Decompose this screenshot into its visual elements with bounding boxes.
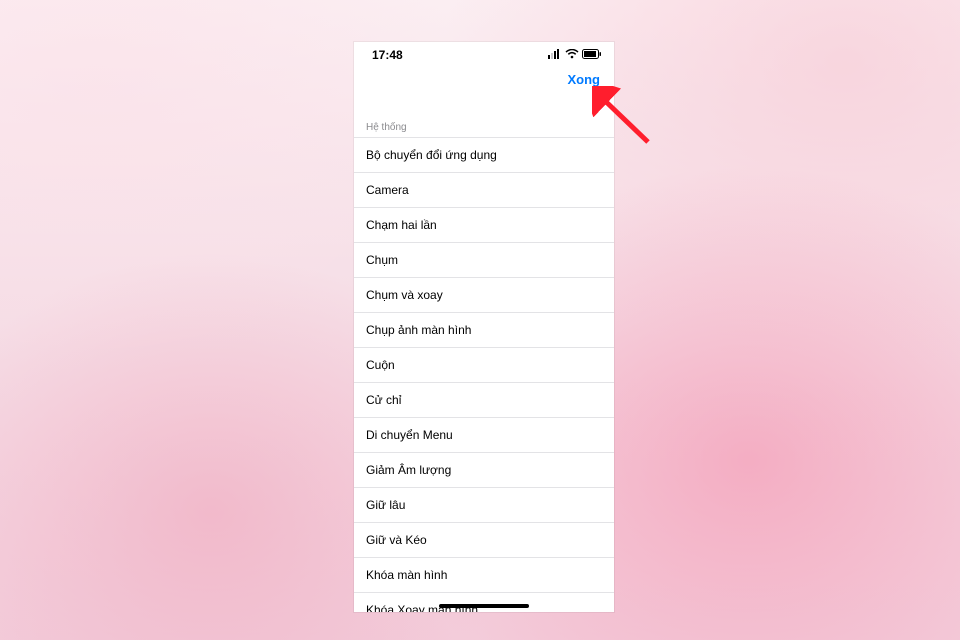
list-item[interactable]: Chụm và xoay	[354, 278, 614, 313]
status-right	[548, 48, 602, 62]
wifi-icon	[565, 48, 579, 62]
list-item-label: Cử chỉ	[366, 393, 401, 407]
list-item[interactable]: Cuộn	[354, 348, 614, 383]
done-button[interactable]: Xong	[566, 68, 603, 91]
section-header: Hệ thống	[354, 100, 614, 137]
list-item-label: Chụm và xoay	[366, 288, 443, 302]
list-item-label: Bộ chuyển đổi ứng dụng	[366, 148, 497, 162]
list-item-label: Chụp ảnh màn hình	[366, 323, 471, 337]
list-item[interactable]: Giữ và Kéo	[354, 523, 614, 558]
list-item-label: Giảm Âm lượng	[366, 463, 451, 477]
watercolor-background: 17:48	[0, 0, 960, 640]
list-item-label: Cuộn	[366, 358, 395, 372]
list-item-label: Khóa màn hình	[366, 568, 447, 582]
list-item-label: Chụm	[366, 253, 398, 267]
list-item[interactable]: Giảm Âm lượng	[354, 453, 614, 488]
status-bar: 17:48	[354, 42, 614, 68]
signal-icon	[548, 48, 562, 62]
settings-list: Bộ chuyển đổi ứng dụng Camera Chạm hai l…	[354, 137, 614, 612]
phone-frame: 17:48	[354, 42, 614, 612]
list-item-label: Chạm hai lần	[366, 218, 437, 232]
list-item[interactable]: Chụp ảnh màn hình	[354, 313, 614, 348]
list-item[interactable]: Chạm hai lần	[354, 208, 614, 243]
list-item[interactable]: Cử chỉ	[354, 383, 614, 418]
list-item[interactable]: Di chuyển Menu	[354, 418, 614, 453]
list-item-label: Giữ và Kéo	[366, 533, 427, 547]
list-item[interactable]: Khóa Xoay màn hình	[354, 593, 614, 612]
list-item-label: Camera	[366, 183, 409, 197]
list-item[interactable]: Giữ lâu	[354, 488, 614, 523]
list-item[interactable]: Bộ chuyển đổi ứng dụng	[354, 138, 614, 173]
navigation-bar: Xong	[354, 68, 614, 100]
home-indicator	[439, 604, 529, 608]
list-item[interactable]: Camera	[354, 173, 614, 208]
list-item[interactable]: Chụm	[354, 243, 614, 278]
list-item[interactable]: Khóa màn hình	[354, 558, 614, 593]
battery-icon	[582, 48, 602, 62]
status-time: 17:48	[372, 48, 403, 62]
list-item-label: Di chuyển Menu	[366, 428, 453, 442]
list-item-label: Giữ lâu	[366, 498, 405, 512]
